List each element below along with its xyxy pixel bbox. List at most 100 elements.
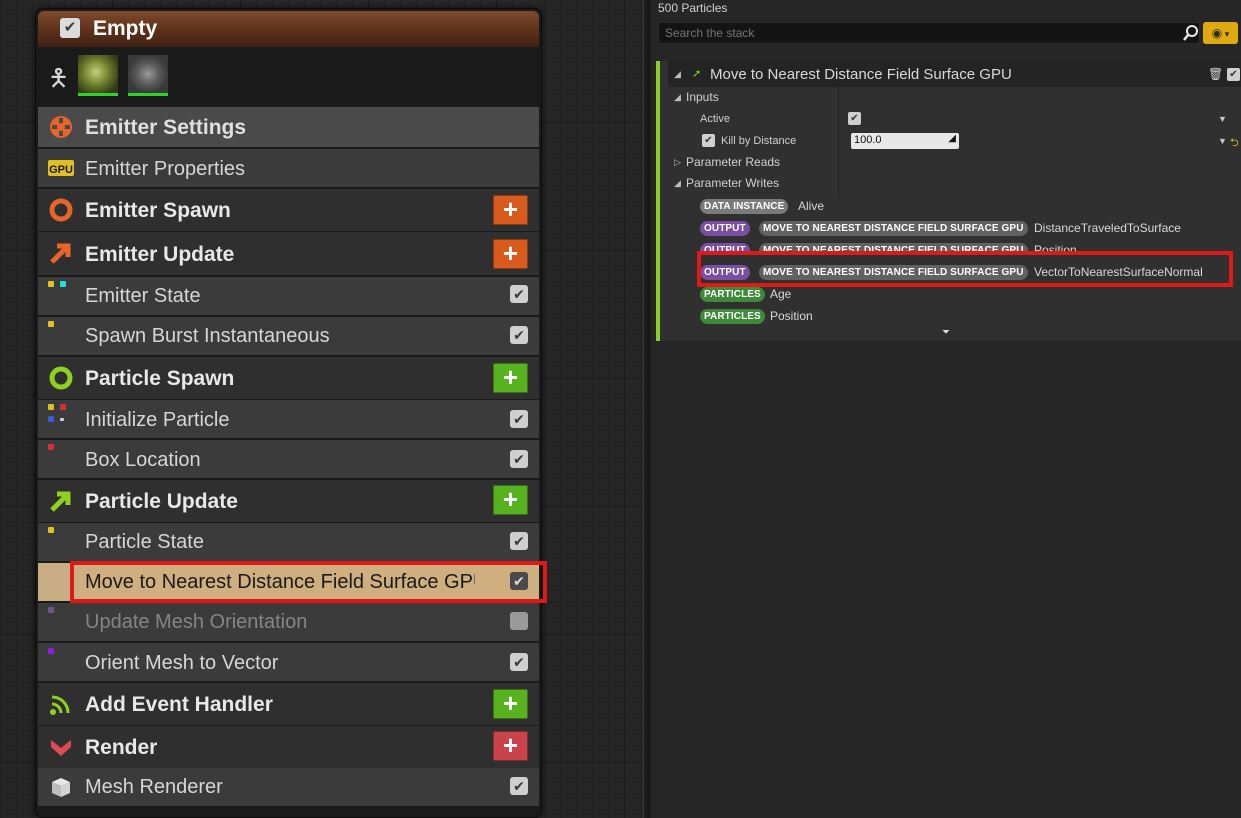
expanded-triangle-icon[interactable]: ◢ (674, 92, 681, 103)
particle-spawn-icon (49, 366, 73, 390)
write-row[interactable]: OUTPUT MOVE TO NEAREST DISTANCE FIELD SU… (668, 219, 1241, 239)
write-row[interactable]: OUTPUT MOVE TO NEAREST DISTANCE FIELD SU… (668, 241, 1241, 255)
output-tag: OUTPUT (700, 265, 750, 280)
expand-more-icon[interactable]: ⏷ (942, 327, 950, 338)
emitter-state-row[interactable]: Emitter State ✔ (38, 277, 539, 315)
box-location-row[interactable]: Box Location ✔ (38, 440, 539, 478)
parameter-writes-category[interactable]: ◢ Parameter Writes (668, 175, 1241, 195)
data-instance-tag: DATA INSTANCE (700, 199, 789, 214)
add-emitter-update-button[interactable]: + (493, 239, 528, 269)
cube-icon (52, 778, 70, 797)
module-enable-checkbox[interactable]: ✔ (1227, 68, 1240, 81)
add-event-handler-button[interactable]: + (493, 689, 528, 719)
kill-by-distance-value: 100.0 (854, 134, 882, 146)
add-event-handler-label: Add Event Handler (85, 693, 273, 716)
collapsed-triangle-icon[interactable]: ▷ (674, 157, 681, 168)
search-icon[interactable] (1183, 24, 1199, 42)
collapse-triangle-icon[interactable]: ◢ (674, 69, 681, 80)
write-row[interactable]: PARTICLES Age (668, 285, 1241, 305)
render-label: Render (85, 736, 158, 759)
particle-update-label: Particle Update (85, 490, 238, 513)
emitter-update-group[interactable]: Emitter Update + (38, 232, 539, 275)
material-thumbnail[interactable] (128, 55, 168, 96)
reset-arrow-icon[interactable]: ⮌ (1230, 134, 1239, 153)
emitter-node[interactable]: ✔ Empty 🯅 Emitter Settings GPU Emitter P… (35, 8, 542, 818)
module-dot-icon (48, 444, 54, 450)
emitter-state-label: Emitter State (85, 285, 201, 307)
emitter-enable-checkbox[interactable]: ✔ (60, 18, 80, 38)
mesh-renderer-checkbox[interactable]: ✔ (510, 777, 528, 795)
chevron-down-icon[interactable]: ▼ (1218, 136, 1227, 146)
parameter-reads-category[interactable]: ▷ Parameter Reads (668, 154, 1241, 174)
box-location-checkbox[interactable]: ✔ (510, 450, 528, 468)
chevron-down-icon: ▾ (1222, 29, 1230, 39)
chevron-down-icon[interactable]: ▼ (1218, 114, 1227, 124)
kill-by-distance-field[interactable]: 100.0 ◢ (851, 133, 959, 149)
particle-state-row[interactable]: Particle State ✔ (38, 523, 539, 561)
box-location-label: Box Location (85, 449, 201, 471)
emitter-properties-row[interactable]: GPU Emitter Properties (38, 149, 539, 187)
kill-by-distance-checkbox[interactable]: ✔ (702, 134, 715, 147)
particle-update-group[interactable]: Particle Update + (38, 480, 539, 522)
svg-text:GPU: GPU (49, 164, 73, 176)
inputs-label: Inputs (686, 90, 719, 104)
write-row[interactable]: OUTPUT MOVE TO NEAREST DISTANCE FIELD SU… (668, 263, 1241, 283)
add-emitter-spawn-button[interactable]: + (493, 195, 528, 225)
parameter-writes-label: Parameter Writes (686, 176, 780, 190)
selection-gutter (38, 563, 72, 601)
drag-handle-icon[interactable]: ◢ (948, 133, 956, 144)
orient-mesh-label: Orient Mesh to Vector (85, 652, 279, 674)
stack-search-input[interactable] (658, 22, 1200, 44)
update-mesh-orientation-row[interactable]: Update Mesh Orientation (38, 603, 539, 641)
view-options-button[interactable]: ◉ ▾ (1203, 22, 1238, 44)
add-particle-spawn-button[interactable]: + (493, 363, 528, 393)
emitter-title: Empty (93, 17, 158, 40)
emitter-spawn-group[interactable]: Emitter Spawn + (38, 189, 539, 231)
active-input-row[interactable]: Active ✔ ▼ (668, 111, 1241, 131)
emitter-settings-icon (50, 116, 72, 138)
emitter-node-header[interactable]: ✔ Empty (38, 11, 539, 47)
add-event-handler-group[interactable]: Add Event Handler + (38, 683, 539, 725)
spawn-burst-checkbox[interactable]: ✔ (510, 326, 528, 344)
initialize-particle-checkbox[interactable]: ✔ (510, 410, 528, 428)
mesh-renderer-row[interactable]: Mesh Renderer ✔ (38, 768, 539, 806)
move-to-nearest-checkbox[interactable]: ✔ (510, 572, 528, 590)
add-particle-update-button[interactable]: + (493, 485, 528, 515)
spawn-burst-row[interactable]: Spawn Burst Instantaneous ✔ (38, 317, 539, 355)
update-mesh-orientation-checkbox[interactable] (510, 612, 528, 630)
orient-mesh-checkbox[interactable]: ✔ (510, 653, 528, 671)
module-dot-icon (48, 321, 54, 327)
active-label: Active (700, 113, 730, 125)
initialize-particle-row[interactable]: Initialize Particle ✔ (38, 400, 539, 438)
write-row[interactable]: DATA INSTANCE Alive (668, 197, 1241, 217)
kill-by-distance-label: Kill by Distance (721, 135, 797, 147)
particle-state-checkbox[interactable]: ✔ (510, 532, 528, 550)
emitter-settings-label: Emitter Settings (85, 116, 247, 139)
particle-spawn-group[interactable]: Particle Spawn + (38, 357, 539, 399)
emitter-state-checkbox[interactable]: ✔ (510, 285, 528, 303)
render-group[interactable]: Render + (38, 726, 539, 768)
add-render-button[interactable]: + (493, 731, 528, 761)
write-row[interactable]: PARTICLES Position (668, 307, 1241, 327)
module-tag: MOVE TO NEAREST DISTANCE FIELD SURFACE G… (759, 221, 1028, 236)
emitter-settings-section[interactable]: Emitter Settings (38, 107, 539, 147)
module-header[interactable]: ◢ ➚ Move to Nearest Distance Field Surfa… (668, 61, 1241, 87)
module-dot-icon (48, 648, 54, 654)
active-checkbox[interactable]: ✔ (848, 112, 861, 125)
update-mesh-orientation-label: Update Mesh Orientation (85, 611, 308, 633)
inputs-category[interactable]: ◢ Inputs (668, 89, 1241, 109)
expanded-triangle-icon[interactable]: ◢ (674, 178, 681, 189)
particles-tag: PARTICLES (700, 309, 765, 324)
person-icon[interactable]: 🯅 (48, 61, 69, 102)
write-name: Alive (798, 199, 825, 213)
module-dot-icon (60, 404, 66, 410)
move-to-nearest-row[interactable]: Move to Nearest Distance Field Surface G… (38, 563, 539, 601)
mesh-thumbnail[interactable] (78, 55, 118, 96)
trash-icon[interactable]: 🗑 (1208, 67, 1223, 81)
event-handler-icon (50, 695, 70, 715)
orient-mesh-row[interactable]: Orient Mesh to Vector ✔ (38, 643, 539, 681)
output-tag: OUTPUT (700, 221, 750, 236)
particle-update-icon (50, 491, 71, 512)
initialize-particle-label: Initialize Particle (85, 409, 230, 431)
write-name: Position (770, 309, 813, 323)
